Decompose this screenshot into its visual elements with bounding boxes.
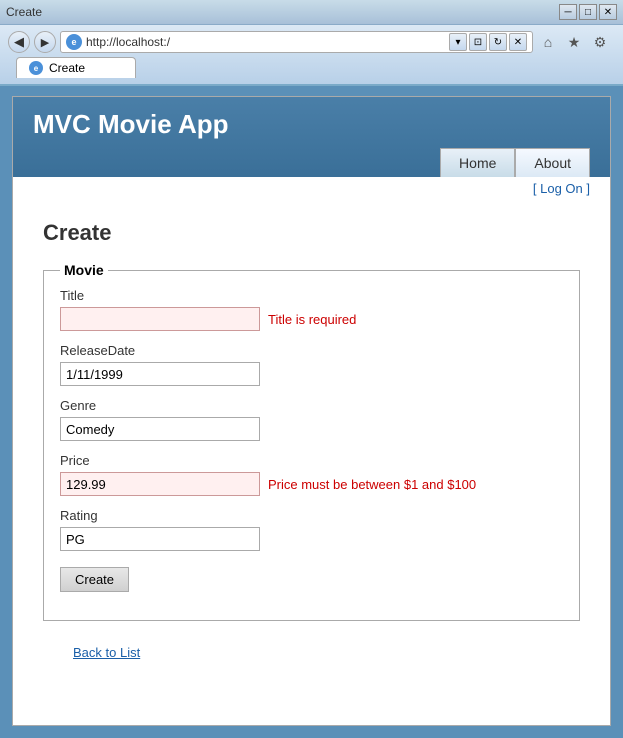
- price-input[interactable]: [60, 472, 260, 496]
- release-label: ReleaseDate: [60, 343, 563, 358]
- page-heading: Create: [43, 220, 580, 246]
- release-input[interactable]: [60, 362, 260, 386]
- refresh-button[interactable]: ↻: [489, 33, 507, 51]
- tab-title: Create: [49, 61, 85, 75]
- home-icon[interactable]: ⌂: [537, 31, 559, 53]
- favorites-icon[interactable]: ★: [563, 31, 585, 53]
- home-nav-button[interactable]: Home: [440, 148, 515, 177]
- site-header: MVC Movie App Home About: [13, 97, 610, 177]
- address-buttons: ▾ ⊡ ↻ ✕: [449, 33, 527, 51]
- fieldset-legend: Movie: [60, 262, 108, 278]
- genre-group: Genre: [60, 398, 563, 441]
- page-content: MVC Movie App Home About [ Log On ] Crea…: [12, 96, 611, 726]
- nav-bar: Home About: [33, 148, 590, 177]
- release-group: ReleaseDate: [60, 343, 563, 386]
- compat-button[interactable]: ⊡: [469, 33, 487, 51]
- browser-icon: e: [66, 34, 82, 50]
- submit-group: Create: [60, 563, 563, 592]
- active-tab[interactable]: e Create: [16, 57, 136, 78]
- main-content: Create Movie Title Title is required Rel…: [13, 200, 610, 688]
- about-nav-button[interactable]: About: [515, 148, 590, 177]
- close-button[interactable]: ✕: [599, 4, 617, 20]
- site-title: MVC Movie App: [33, 109, 590, 140]
- title-input-row: Title is required: [60, 307, 563, 331]
- address-bar[interactable]: e http://localhost:/ ▾ ⊡ ↻ ✕: [60, 31, 533, 53]
- minimize-button[interactable]: ─: [559, 4, 577, 20]
- price-label: Price: [60, 453, 563, 468]
- genre-label: Genre: [60, 398, 563, 413]
- rating-label: Rating: [60, 508, 563, 523]
- window-title: Create: [6, 5, 42, 19]
- address-text: http://localhost:/: [86, 35, 445, 49]
- settings-icon[interactable]: ⚙: [589, 31, 611, 53]
- dropdown-button[interactable]: ▾: [449, 33, 467, 51]
- forward-button[interactable]: ▶: [34, 31, 56, 53]
- genre-input[interactable]: [60, 417, 260, 441]
- stop-button[interactable]: ✕: [509, 33, 527, 51]
- logon-bar: [ Log On ]: [13, 177, 610, 200]
- title-bar: Create ─ □ ✕: [0, 0, 623, 25]
- back-button[interactable]: ◀: [8, 31, 30, 53]
- price-error: Price must be between $1 and $100: [268, 477, 476, 492]
- page-wrapper: MVC Movie App Home About [ Log On ] Crea…: [0, 86, 623, 738]
- movie-fieldset: Movie Title Title is required ReleaseDat…: [43, 262, 580, 621]
- create-button[interactable]: Create: [60, 567, 129, 592]
- price-input-row: Price must be between $1 and $100: [60, 472, 563, 496]
- rating-input[interactable]: [60, 527, 260, 551]
- title-group: Title Title is required: [60, 288, 563, 331]
- toolbar-right: ⌂ ★ ⚙: [537, 31, 615, 53]
- title-error: Title is required: [268, 312, 356, 327]
- back-to-list-link[interactable]: Back to List: [43, 637, 580, 668]
- title-input[interactable]: [60, 307, 260, 331]
- price-group: Price Price must be between $1 and $100: [60, 453, 563, 496]
- title-label: Title: [60, 288, 563, 303]
- browser-toolbar: ◀ ▶ e http://localhost:/ ▾ ⊡ ↻ ✕ ⌂ ★ ⚙: [8, 31, 615, 53]
- rating-group: Rating: [60, 508, 563, 551]
- logon-link[interactable]: [ Log On ]: [533, 181, 590, 196]
- maximize-button[interactable]: □: [579, 4, 597, 20]
- tab-bar: e Create: [8, 57, 615, 78]
- window-controls: ─ □ ✕: [559, 4, 617, 20]
- browser-chrome: ◀ ▶ e http://localhost:/ ▾ ⊡ ↻ ✕ ⌂ ★ ⚙ e…: [0, 25, 623, 86]
- tab-favicon: e: [29, 61, 43, 75]
